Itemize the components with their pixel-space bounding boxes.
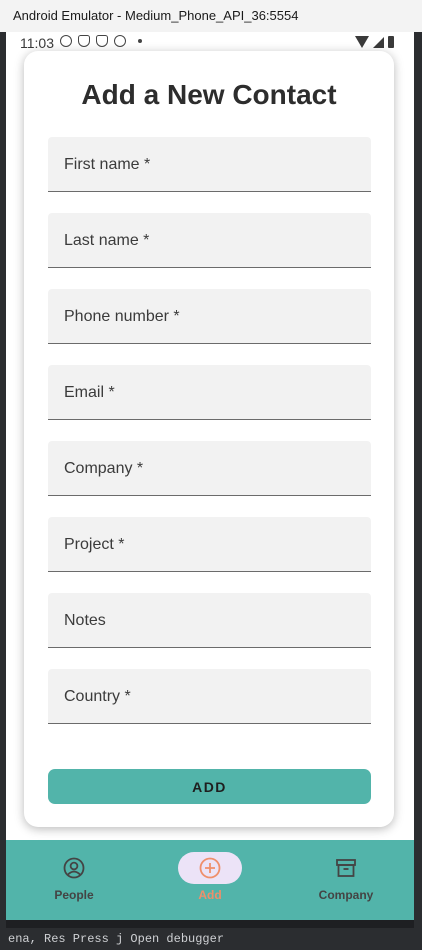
last-name-field[interactable]: Last name *	[48, 213, 371, 268]
protect-icon	[96, 35, 108, 47]
archive-icon	[336, 859, 356, 877]
ide-background	[414, 32, 422, 950]
status-time: 11:03	[20, 35, 54, 51]
dot-icon	[138, 39, 142, 43]
field-label: Country *	[64, 688, 131, 705]
project-field[interactable]: Project *	[48, 517, 371, 572]
field-label: Company *	[64, 460, 144, 477]
field-label: Phone number *	[64, 308, 180, 325]
window-title: Android Emulator - Medium_Phone_API_36:5…	[0, 0, 422, 32]
add-circle-icon	[199, 857, 221, 879]
nav-label: People	[54, 888, 94, 902]
field-label: Last name *	[64, 232, 150, 249]
notes-field[interactable]: Notes	[48, 593, 371, 648]
nav-label: Add	[198, 888, 222, 902]
field-label: First name *	[64, 156, 151, 173]
wifi-icon	[355, 36, 369, 48]
ide-console: ena, Res Press j Open debugger	[0, 928, 422, 950]
battery-icon	[388, 36, 394, 48]
nav-label: Company	[318, 888, 374, 902]
nav-item-company[interactable]: Company	[278, 840, 414, 920]
field-label: Project *	[64, 536, 125, 553]
country-field[interactable]: Country *	[48, 669, 371, 724]
phone-number-field[interactable]: Phone number *	[48, 289, 371, 344]
person-icon	[63, 857, 85, 879]
phone-screen: 11:03 Add a New Contact First name * Las…	[6, 32, 414, 920]
field-label: Notes	[64, 612, 106, 629]
page-title: Add a New Contact	[81, 79, 337, 110]
field-label: Email *	[64, 384, 115, 401]
accessibility-icon	[114, 35, 126, 47]
company-field[interactable]: Company *	[48, 441, 371, 496]
email-field[interactable]: Email *	[48, 365, 371, 420]
active-indicator	[178, 852, 242, 884]
contact-form-card: Add a New Contact First name * Last name…	[24, 51, 394, 827]
info-icon	[60, 35, 72, 47]
bottom-navigation: People Add Company	[6, 840, 414, 920]
first-name-field[interactable]: First name *	[48, 137, 371, 192]
shield-icon	[78, 35, 90, 47]
nav-item-people[interactable]: People	[6, 840, 142, 920]
nav-item-add[interactable]: Add	[142, 840, 278, 920]
add-button[interactable]: ADD	[48, 769, 371, 804]
signal-icon	[373, 37, 384, 48]
